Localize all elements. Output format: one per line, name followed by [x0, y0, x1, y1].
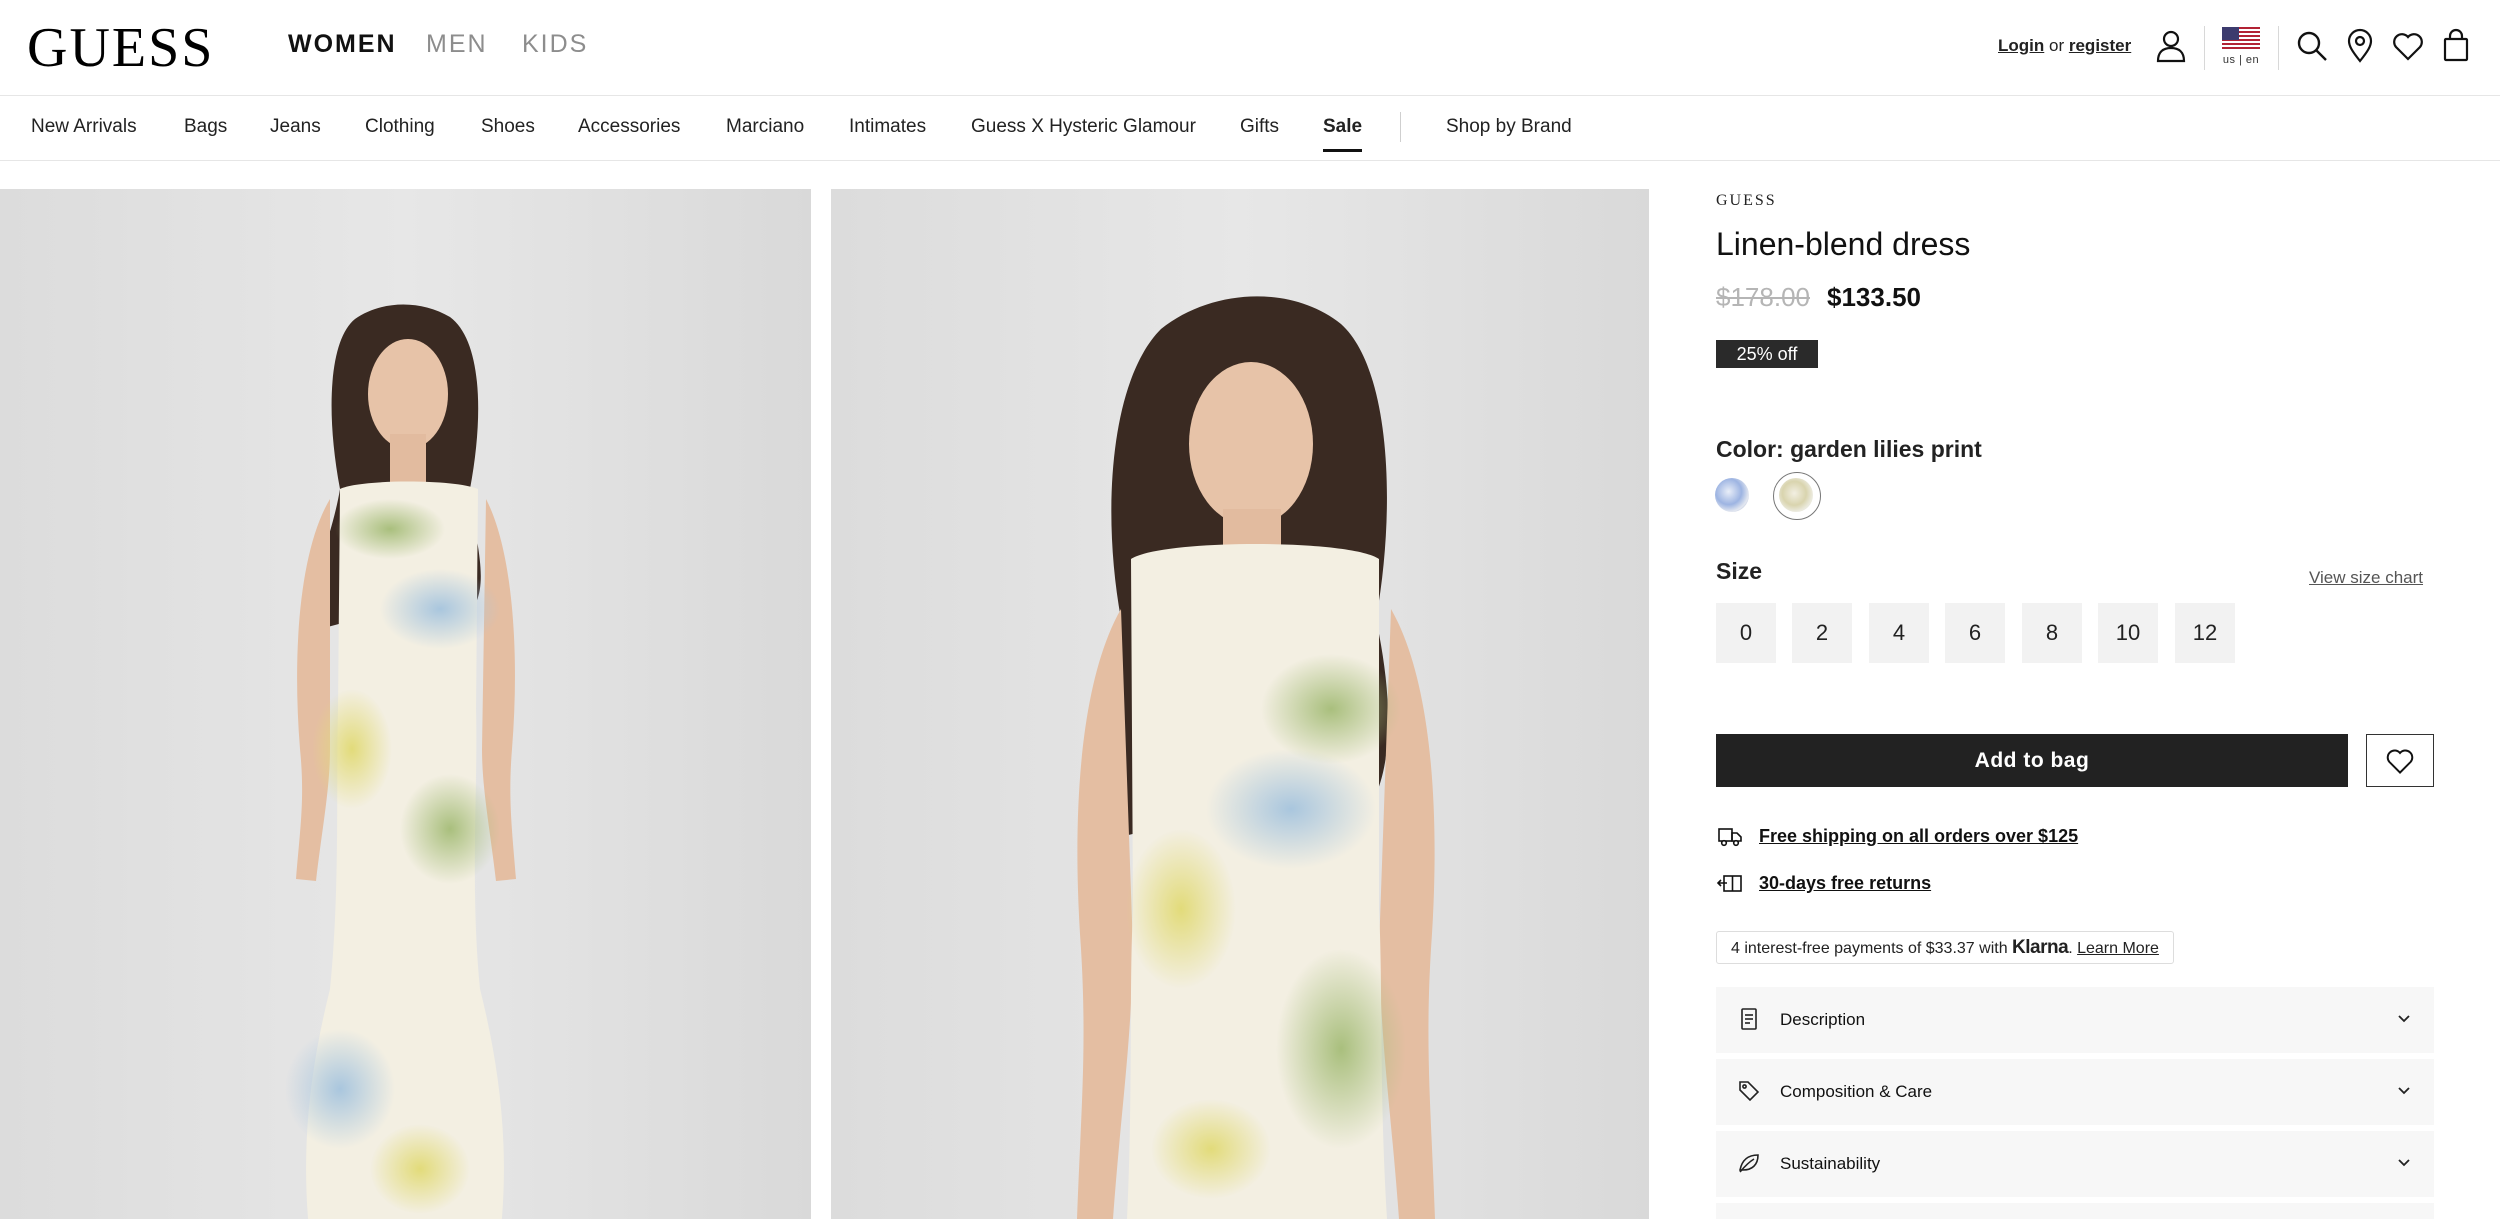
- heart-icon: [2386, 749, 2414, 774]
- color-label: Color: garden lilies print: [1716, 436, 1982, 462]
- size-label: Size: [1716, 558, 1763, 584]
- guess-logo[interactable]: GUESS: [27, 18, 214, 78]
- swatch-garden-lilies[interactable]: [1779, 478, 1813, 512]
- product-image-2[interactable]: [831, 189, 1649, 1219]
- tag-icon: [1739, 1081, 1760, 1102]
- free-returns-text: 30-days free returns: [1759, 873, 1932, 893]
- klarna-period: .: [2068, 940, 2073, 957]
- chevron-down-icon: [2398, 1159, 2410, 1167]
- header-divider: [2278, 26, 2279, 70]
- heart-icon[interactable]: [2390, 28, 2426, 64]
- model-figure-illustration: [1077, 296, 1435, 1219]
- size-option[interactable]: 8: [2022, 603, 2082, 663]
- account-links: Login or register: [1998, 36, 2131, 56]
- document-icon: [1741, 1008, 1757, 1030]
- size-option[interactable]: 6: [1945, 603, 2005, 663]
- klarna-learn-more-link[interactable]: Learn More: [2077, 940, 2159, 957]
- search-icon[interactable]: [2294, 28, 2330, 64]
- discount-badge: 25% off: [1716, 340, 1818, 368]
- nav-intimates[interactable]: Intimates: [849, 116, 926, 138]
- dept-kids[interactable]: KIDS: [522, 30, 588, 59]
- nav-bags[interactable]: Bags: [184, 116, 227, 138]
- accordion-label: Description: [1780, 1010, 1866, 1029]
- accordion-label: Composition & Care: [1780, 1082, 1933, 1101]
- accordion-composition-care[interactable]: Composition & Care: [1716, 1059, 2434, 1125]
- size-option[interactable]: 4: [1869, 603, 1929, 663]
- nav-sale[interactable]: Sale: [1323, 116, 1363, 152]
- view-size-chart-link[interactable]: View size chart: [2309, 568, 2423, 588]
- nav-shoes[interactable]: Shoes: [481, 116, 535, 138]
- sale-price: $133.50: [1827, 282, 1921, 312]
- product-image-1[interactable]: [0, 189, 811, 1219]
- shopping-bag-icon[interactable]: [2438, 28, 2474, 64]
- chevron-down-icon: [2398, 1087, 2410, 1095]
- klarna-banner: 4 interest-free payments of $33.37 with …: [1716, 931, 2174, 964]
- nav-clothing[interactable]: Clothing: [365, 116, 435, 138]
- dept-women[interactable]: WOMEN: [288, 30, 397, 59]
- delivery-truck-icon: [1718, 828, 1742, 847]
- chevron-down-icon: [2398, 1015, 2410, 1023]
- nav-new-arrivals[interactable]: New Arrivals: [31, 116, 137, 138]
- login-link[interactable]: Login: [1998, 36, 2044, 55]
- free-shipping-text: Free shipping on all orders over $125: [1759, 826, 2079, 846]
- accordion-description[interactable]: Description: [1716, 987, 2434, 1053]
- category-nav: New Arrivals Bags Jeans Clothing Shoes A…: [0, 96, 2500, 161]
- free-returns-link[interactable]: 30-days free returns: [1716, 873, 1931, 894]
- location-pin-icon[interactable]: [2342, 28, 2378, 64]
- klarna-text: 4 interest-free payments of $33.37 with: [1731, 940, 2008, 957]
- nav-shop-by-brand[interactable]: Shop by Brand: [1446, 116, 1572, 138]
- product-brand: GUESS: [1716, 192, 1777, 209]
- size-option[interactable]: 0: [1716, 603, 1776, 663]
- flag-icon: [2222, 27, 2260, 51]
- leaf-icon: [1739, 1154, 1759, 1173]
- nav-gifts[interactable]: Gifts: [1240, 116, 1279, 138]
- nav-divider: [1400, 112, 1401, 142]
- or-text: or: [2049, 36, 2065, 55]
- nav-marciano[interactable]: Marciano: [726, 116, 804, 138]
- free-shipping-link[interactable]: Free shipping on all orders over $125: [1716, 826, 2078, 847]
- register-link[interactable]: register: [2069, 36, 2131, 55]
- size-option[interactable]: 2: [1792, 603, 1852, 663]
- size-option[interactable]: 10: [2098, 603, 2158, 663]
- accordion-label: Sustainability: [1780, 1154, 1881, 1173]
- site-header: GUESS WOMEN MEN KIDS Login or register u…: [0, 0, 2500, 96]
- product-title: Linen-blend dress: [1716, 226, 1971, 262]
- add-to-bag-button[interactable]: Add to bag: [1716, 734, 2348, 787]
- nav-accessories[interactable]: Accessories: [578, 116, 680, 138]
- return-box-icon: [1716, 875, 1742, 892]
- user-icon[interactable]: [2153, 28, 2189, 64]
- header-divider: [2204, 26, 2205, 70]
- nav-jeans[interactable]: Jeans: [270, 116, 321, 138]
- locale-selector[interactable]: us | en: [2221, 27, 2261, 66]
- nav-guess-x-hysteric-glamour[interactable]: Guess X Hysteric Glamour: [971, 116, 1196, 138]
- locale-text: us | en: [2222, 54, 2260, 66]
- accordion-sustainability[interactable]: Sustainability: [1716, 1131, 2434, 1197]
- klarna-logo: Klarna: [2012, 937, 2069, 958]
- accordion-next-partial[interactable]: [1716, 1203, 2434, 1219]
- original-price: $178.00: [1716, 282, 1810, 312]
- model-figure-illustration: [285, 304, 516, 1219]
- size-option[interactable]: 12: [2175, 603, 2235, 663]
- add-to-wishlist-button[interactable]: [2366, 734, 2434, 787]
- swatch-blue-floral[interactable]: [1715, 478, 1749, 512]
- dept-men[interactable]: MEN: [426, 30, 488, 59]
